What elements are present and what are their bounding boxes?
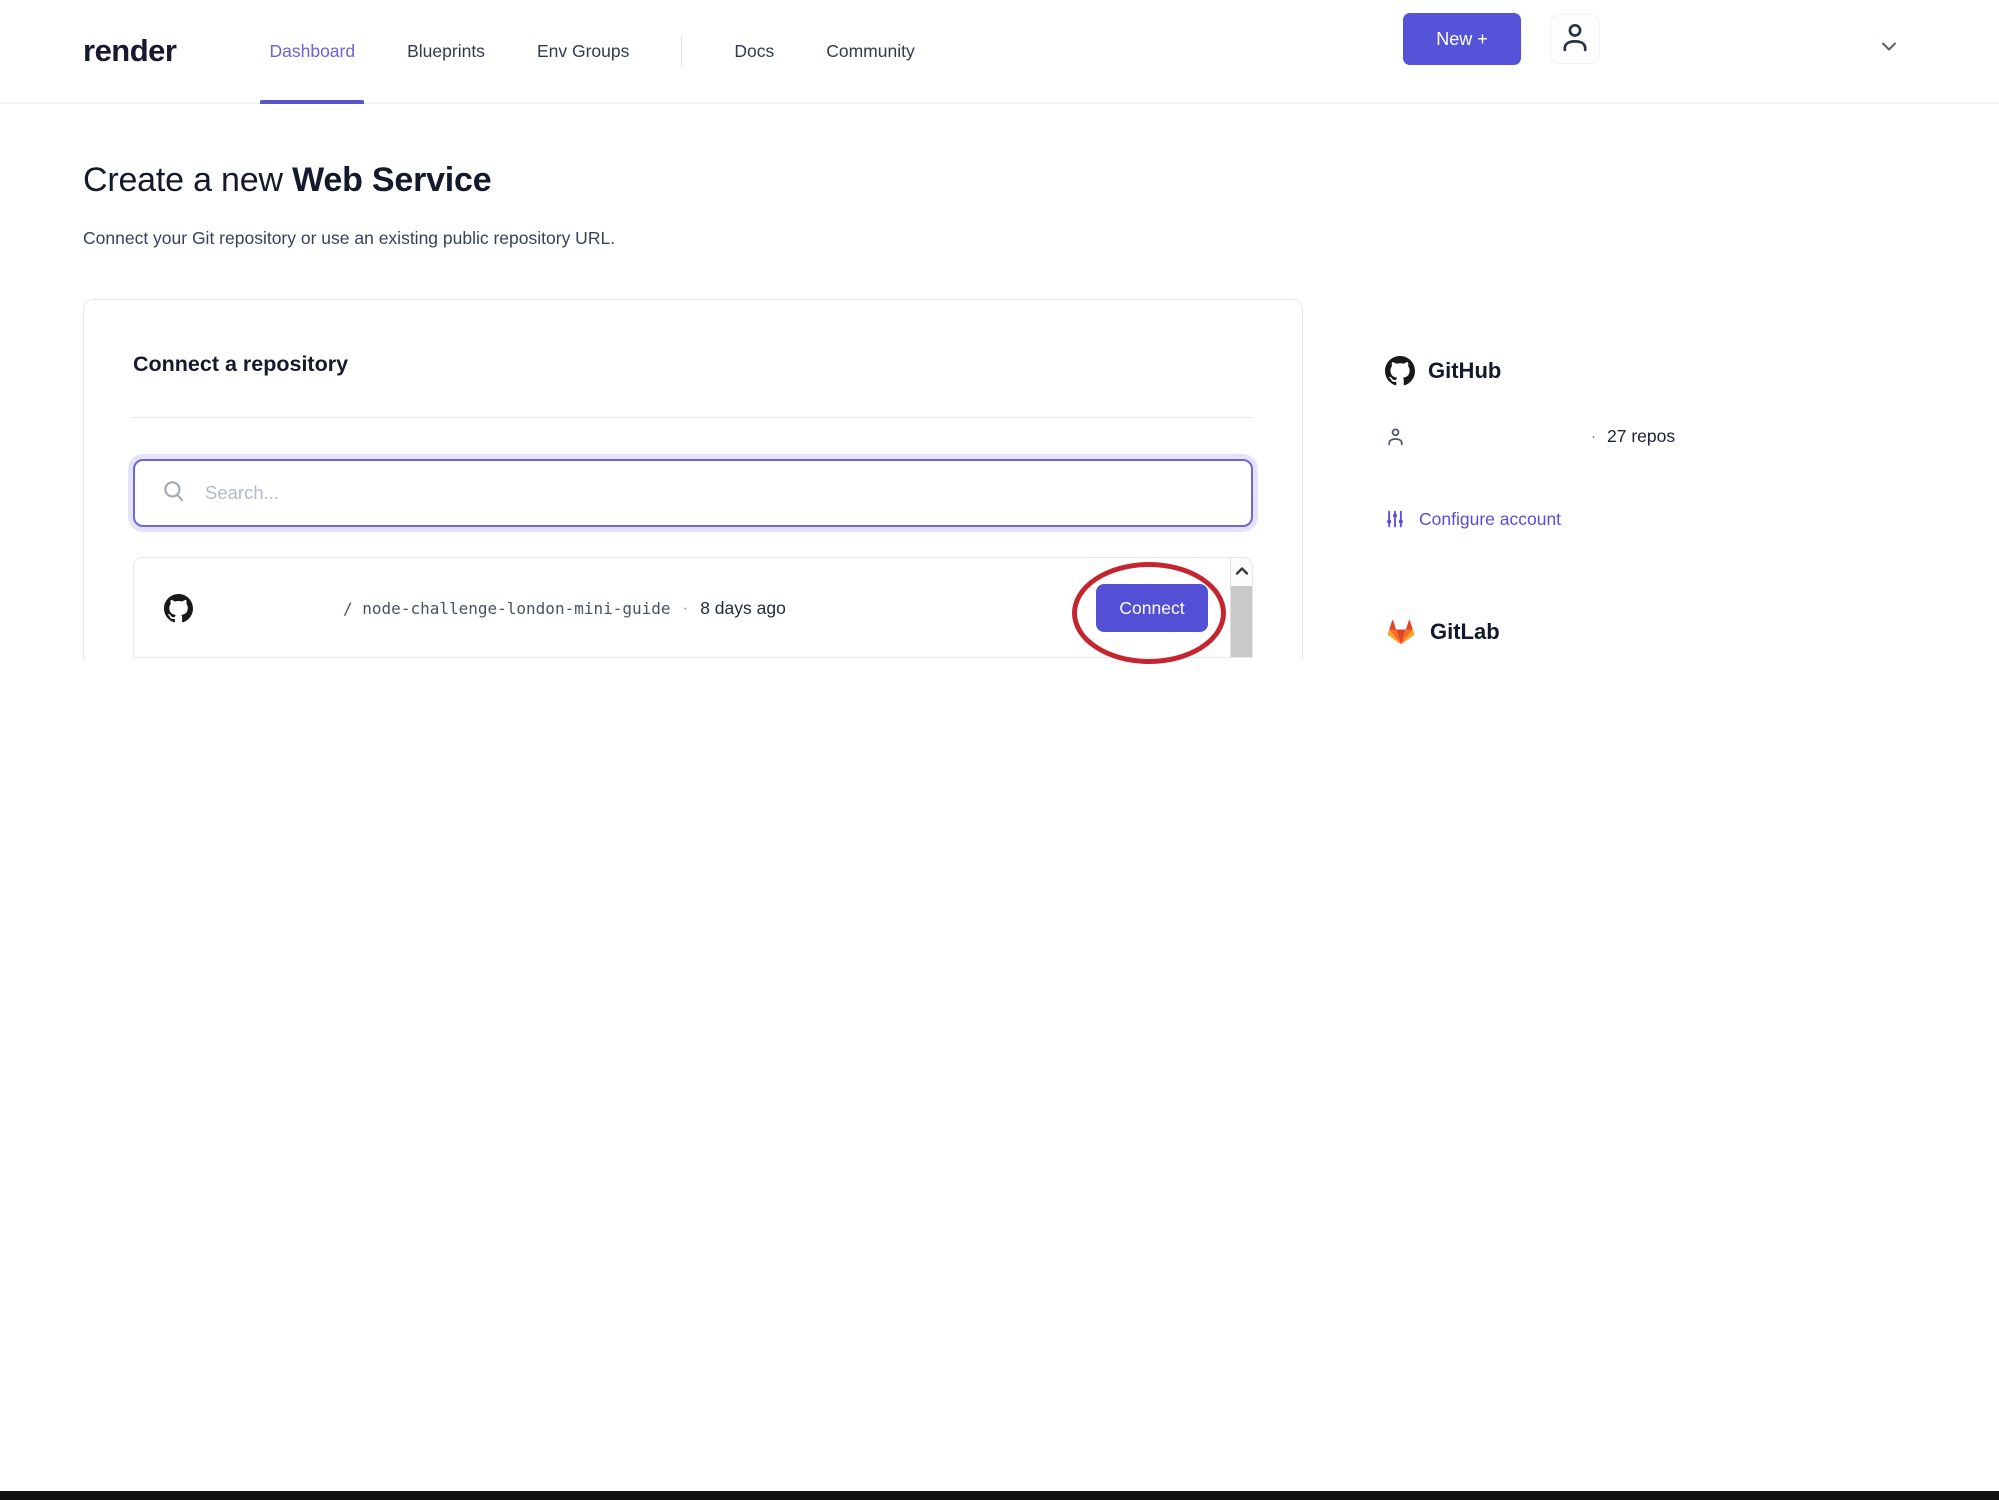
repo-name: node-challenge-london-mini-guide — [362, 598, 671, 618]
page-title-prefix: Create a new — [83, 161, 293, 199]
repo-path-slash: / — [343, 598, 353, 618]
repo-list: / node-challenge-london-mini-guide · 8 d… — [133, 557, 1253, 658]
repo-list-item[interactable]: / node-challenge-london-mini-guide · 8 d… — [134, 558, 1252, 657]
github-icon — [164, 593, 193, 623]
repo-list-scrollbar[interactable] — [1230, 558, 1252, 657]
git-providers-sidebar: GitHub · 27 repos Configure account GitL… — [1385, 299, 1805, 659]
account-menu-toggle[interactable] — [1874, 33, 1904, 63]
repo-path: / node-challenge-london-mini-guide — [343, 599, 671, 618]
nav-item-community[interactable]: Community — [826, 0, 915, 102]
gitlab-icon — [1385, 616, 1417, 648]
github-icon — [1385, 356, 1415, 386]
new-button[interactable]: New + — [1403, 13, 1521, 65]
render-create-web-service-page: render Dashboard Blueprints Env Groups D… — [0, 0, 1999, 1500]
chevron-up-icon — [1235, 563, 1249, 581]
gitlab-title: GitLab — [1430, 619, 1500, 644]
repo-updated-ago: 8 days ago — [700, 597, 786, 618]
user-avatar[interactable] — [1550, 14, 1600, 64]
gitlab-section-header: GitLab — [1385, 616, 1805, 648]
page-title: Create a new Web Service — [83, 161, 1999, 200]
main-content: Create a new Web Service Connect your Gi… — [0, 104, 1999, 664]
card-heading: Connect a repository — [133, 352, 349, 376]
nav-item-dashboard[interactable]: Dashboard — [260, 0, 364, 104]
content-row: Connect a repository Search... / node-ch… — [83, 299, 1999, 664]
repo-dot-separator: · — [682, 598, 689, 617]
page-subtitle: Connect your Git repository or use an ex… — [83, 228, 616, 248]
configure-account-link[interactable]: Configure account — [1385, 508, 1805, 530]
card-divider — [133, 417, 1253, 418]
render-logo[interactable]: render — [83, 33, 177, 69]
connect-button[interactable]: Connect — [1096, 584, 1208, 632]
scrollbar-up-button[interactable] — [1231, 558, 1252, 586]
github-account-row: · 27 repos — [1385, 426, 1805, 447]
nav-item-blueprints[interactable]: Blueprints — [407, 0, 485, 102]
scrollbar-thumb[interactable] — [1231, 586, 1252, 657]
chevron-down-icon — [1877, 34, 1901, 63]
page-title-emphasis: Web Service — [292, 161, 492, 199]
top-nav-bar: render Dashboard Blueprints Env Groups D… — [0, 0, 1999, 104]
repo-search-input[interactable] — [205, 482, 1225, 504]
nav-divider — [681, 35, 683, 67]
primary-nav: Dashboard Blueprints Env Groups Docs Com… — [260, 0, 915, 104]
configure-account-label: Configure account — [1419, 508, 1562, 529]
connect-repository-card: Connect a repository Search... / node-ch… — [83, 299, 1303, 664]
github-repo-count: 27 repos — [1607, 426, 1676, 446]
github-title: GitHub — [1428, 358, 1502, 383]
github-section-header: GitHub — [1385, 356, 1805, 386]
nav-item-env-groups[interactable]: Env Groups — [537, 0, 629, 102]
person-icon — [1557, 19, 1593, 60]
screenshot-bottom-edge — [0, 1491, 1999, 1500]
person-icon — [1385, 426, 1406, 447]
sliders-icon — [1385, 508, 1405, 530]
search-icon — [161, 478, 187, 509]
repo-search-box — [133, 459, 1253, 527]
nav-item-docs[interactable]: Docs — [734, 0, 774, 102]
account-dot-separator: · — [1591, 428, 1596, 445]
repo-owner-redacted — [193, 598, 343, 618]
github-username-redacted — [1406, 428, 1591, 446]
